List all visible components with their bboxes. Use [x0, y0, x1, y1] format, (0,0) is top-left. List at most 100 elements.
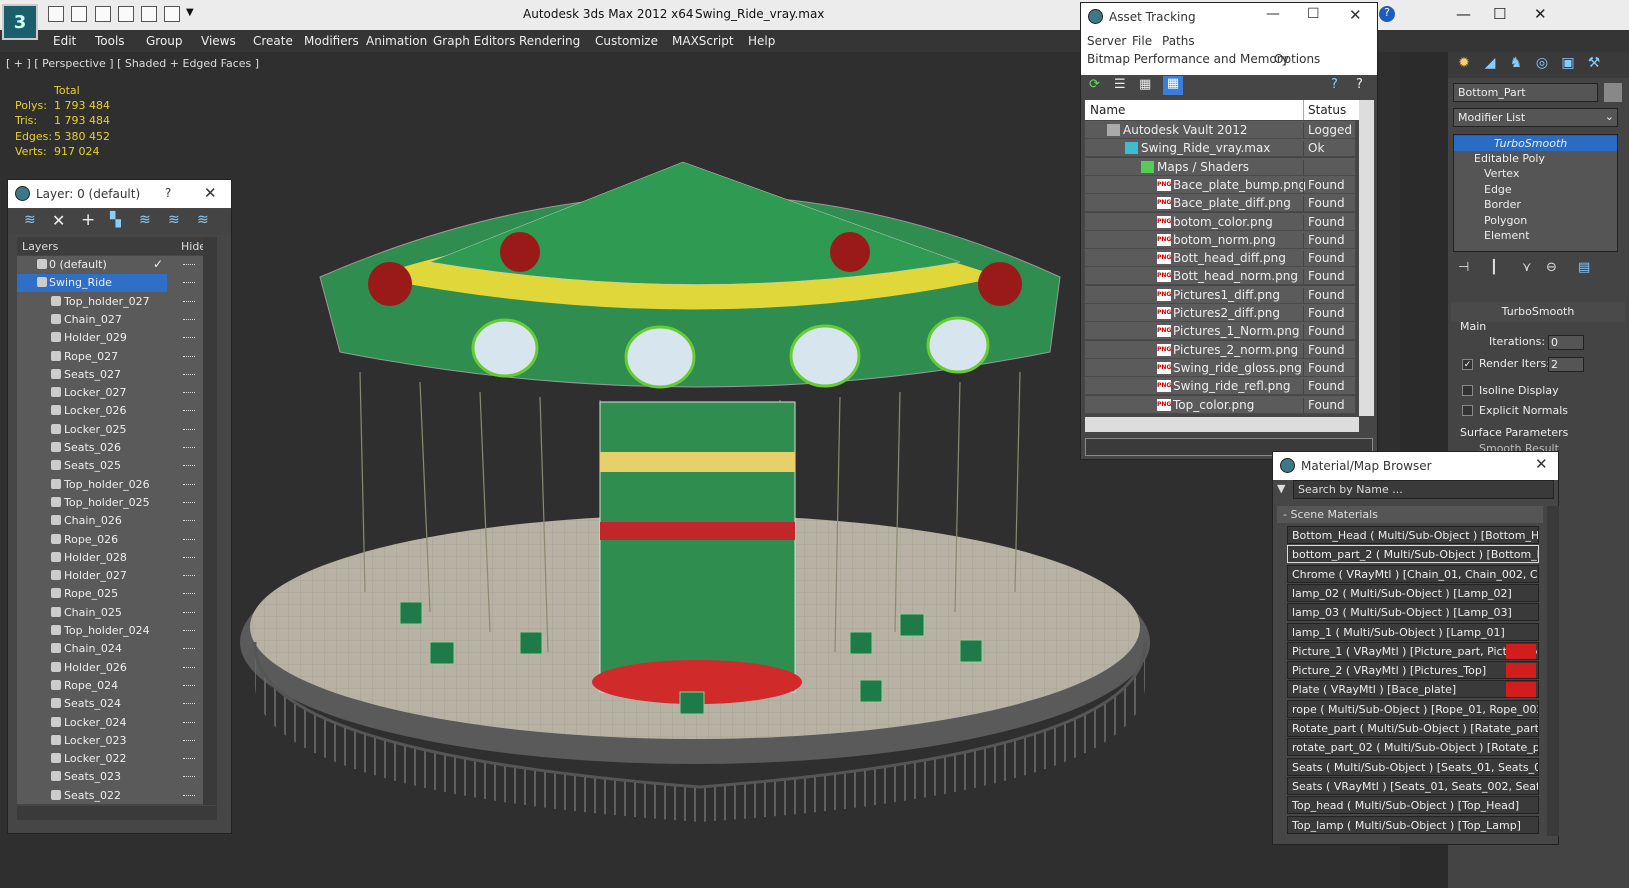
menu-options[interactable]: Options	[1274, 52, 1320, 66]
asset-row[interactable]: PNG Pictures_1_Norm.png Found	[1085, 322, 1355, 341]
close-icon[interactable]: ✕	[1535, 455, 1548, 473]
hide-toggle[interactable]	[183, 520, 195, 522]
hide-toggle[interactable]	[183, 611, 195, 614]
column-layers[interactable]: Layers	[22, 240, 58, 253]
column-name[interactable]: Name	[1090, 103, 1125, 117]
layer-row[interactable]: Chain_024	[17, 640, 201, 658]
layer-row[interactable]: Locker_027	[17, 384, 201, 402]
column-status[interactable]: Status	[1303, 100, 1350, 120]
asset-row[interactable]: PNG Bace_plate_bump.png Found	[1085, 175, 1355, 194]
layer-row[interactable]: Holder_027	[17, 567, 201, 585]
menu-graph-editors[interactable]: Graph Editors	[433, 34, 515, 48]
hide-toggle[interactable]	[183, 300, 195, 303]
hide-toggle[interactable]	[183, 630, 195, 632]
layer-row[interactable]: Seats_027	[17, 366, 201, 384]
undo-icon[interactable]	[95, 6, 111, 22]
create-layer-icon[interactable]: ≋	[24, 212, 36, 228]
hide-toggle[interactable]	[183, 282, 195, 284]
save-icon[interactable]	[71, 6, 87, 22]
close-icon[interactable]: ✕	[1534, 5, 1547, 23]
layer-row[interactable]: Holder_029	[17, 329, 201, 347]
pin-stack-icon[interactable]: ⊣	[1458, 260, 1469, 275]
fetch-icon[interactable]	[164, 6, 180, 22]
asset-row[interactable]: Maps / Shaders	[1085, 157, 1355, 176]
hide-toggle[interactable]	[183, 337, 195, 339]
hide-toggle[interactable]	[183, 703, 195, 705]
layer-row[interactable]: Chain_026	[17, 512, 201, 530]
hide-toggle[interactable]	[183, 593, 195, 595]
configure-sets-icon[interactable]: ▤	[1578, 260, 1590, 275]
hierarchy-tab-icon[interactable]: ♞	[1506, 55, 1526, 75]
layer-row[interactable]: Rope_027	[17, 348, 201, 366]
options-dropdown-icon[interactable]: ▼	[1277, 482, 1285, 495]
hide-toggle[interactable]	[183, 739, 195, 742]
material-item[interactable]: Top_lamp ( Multi/Sub-Object ) [Top_Lamp]	[1287, 815, 1539, 834]
material-item[interactable]: rope ( Multi/Sub-Object ) [Rope_01, Rope…	[1287, 699, 1539, 718]
layer-row[interactable]: Top_holder_025	[17, 494, 201, 512]
table-view-icon[interactable]: ▦	[1163, 76, 1183, 95]
hide-toggle[interactable]	[183, 483, 195, 486]
material-item[interactable]: bottom_part_2 ( Multi/Sub-Object ) [Bott…	[1287, 545, 1539, 564]
hide-toggle[interactable]	[183, 575, 195, 577]
layer-row[interactable]: Seats_023	[17, 768, 201, 786]
object-name-field[interactable]: Bottom_Part	[1453, 83, 1598, 102]
minimize-icon[interactable]: —	[1266, 6, 1280, 22]
select-objects-icon[interactable]: ▚	[110, 212, 121, 228]
close-icon[interactable]: ✕	[1349, 6, 1362, 24]
close-icon[interactable]: ✕	[204, 184, 217, 202]
turbosmooth-rollout-header[interactable]: TurboSmooth	[1451, 302, 1625, 322]
asset-hscrollbar[interactable]	[1085, 417, 1359, 432]
material-item[interactable]: Chrome ( VRayMtl ) [Chain_01, Chain_002,…	[1287, 564, 1539, 583]
stack-item-editable-poly[interactable]: Editable Poly	[1454, 152, 1617, 167]
isoline-display-checkbox[interactable]	[1462, 385, 1473, 396]
remove-modifier-icon[interactable]: ⊖	[1546, 260, 1557, 275]
search-input[interactable]: Search by Name ...	[1293, 480, 1554, 499]
material-item[interactable]: Seats ( Multi/Sub-Object ) [Seats_01, Se…	[1287, 757, 1539, 776]
asset-row[interactable]: PNG Pictures_2_norm.png Found	[1085, 340, 1355, 359]
hide-toggle[interactable]	[183, 776, 195, 778]
material-item[interactable]: rotate_part_02 ( Multi/Sub-Object ) [Rot…	[1287, 738, 1539, 757]
asset-row[interactable]: PNG botom_color.png Found	[1085, 212, 1355, 231]
context-help-icon[interactable]: ?	[1356, 77, 1363, 92]
hide-toggle[interactable]	[183, 721, 195, 724]
asset-row[interactable]: PNG Swing_ride_gloss.png Found	[1085, 358, 1355, 377]
stack-item-vertex[interactable]: Vertex	[1454, 167, 1617, 182]
menu-file[interactable]: File	[1132, 34, 1152, 48]
menu-maxscript[interactable]: MAXScript	[672, 34, 734, 48]
open-icon[interactable]	[48, 6, 64, 22]
app-logo-icon[interactable]: 3	[2, 4, 38, 40]
layer-row[interactable]: Top_holder_024	[17, 622, 201, 640]
layer-row[interactable]: Locker_025	[17, 421, 201, 439]
layer-row[interactable]: Top_holder_026	[17, 476, 201, 494]
layer-row[interactable]: Locker_022	[17, 750, 201, 768]
hide-toggle[interactable]	[183, 465, 195, 467]
menu-bitmap-performance[interactable]: Bitmap Performance and Memory	[1087, 52, 1289, 66]
menu-modifiers[interactable]: Modifiers	[304, 34, 359, 48]
layer-hscrollbar[interactable]	[17, 806, 217, 820]
layer-row[interactable]: Swing_Ride	[17, 274, 195, 293]
asset-row[interactable]: PNG Pictures1_diff.png Found	[1085, 285, 1355, 304]
menu-views[interactable]: Views	[201, 34, 236, 48]
highlight-layer-icon[interactable]: ≋	[139, 212, 151, 228]
list-view-icon[interactable]: ☰	[1114, 77, 1126, 92]
asset-row[interactable]: PNG Swing_ride_refl.png Found	[1085, 377, 1355, 396]
hide-toggle[interactable]	[183, 794, 195, 797]
layer-row[interactable]: Seats_024	[17, 695, 201, 713]
help-button[interactable]: ?	[165, 186, 171, 200]
asset-row[interactable]: PNG Bott_head_diff.png Found	[1085, 249, 1355, 268]
asset-row[interactable]: PNG Bott_head_norm.png Found	[1085, 267, 1355, 286]
hide-toggle[interactable]	[183, 318, 195, 321]
asset-row[interactable]: PNG Bace_plate_diff.png Found	[1085, 194, 1355, 213]
render-iters-spinner[interactable]: 2	[1548, 357, 1584, 372]
freeze-all-icon[interactable]: ≋	[197, 212, 209, 228]
layer-title-bar[interactable]: Layer: 0 (default) ? ✕	[8, 180, 231, 208]
asset-row[interactable]: PNG Pictures2_diff.png Found	[1085, 304, 1355, 322]
motion-tab-icon[interactable]: ◎	[1532, 55, 1552, 75]
material-item[interactable]: Top_head ( Multi/Sub-Object ) [Top_Head]	[1287, 796, 1539, 815]
help-icon[interactable]: ?	[1379, 6, 1395, 22]
scene-materials-header[interactable]: - Scene Materials	[1277, 506, 1543, 523]
create-tab-icon[interactable]: ✹	[1454, 55, 1474, 75]
hide-toggle[interactable]	[183, 758, 195, 760]
menu-tools[interactable]: Tools	[95, 34, 125, 48]
menu-server[interactable]: Server	[1087, 34, 1126, 48]
